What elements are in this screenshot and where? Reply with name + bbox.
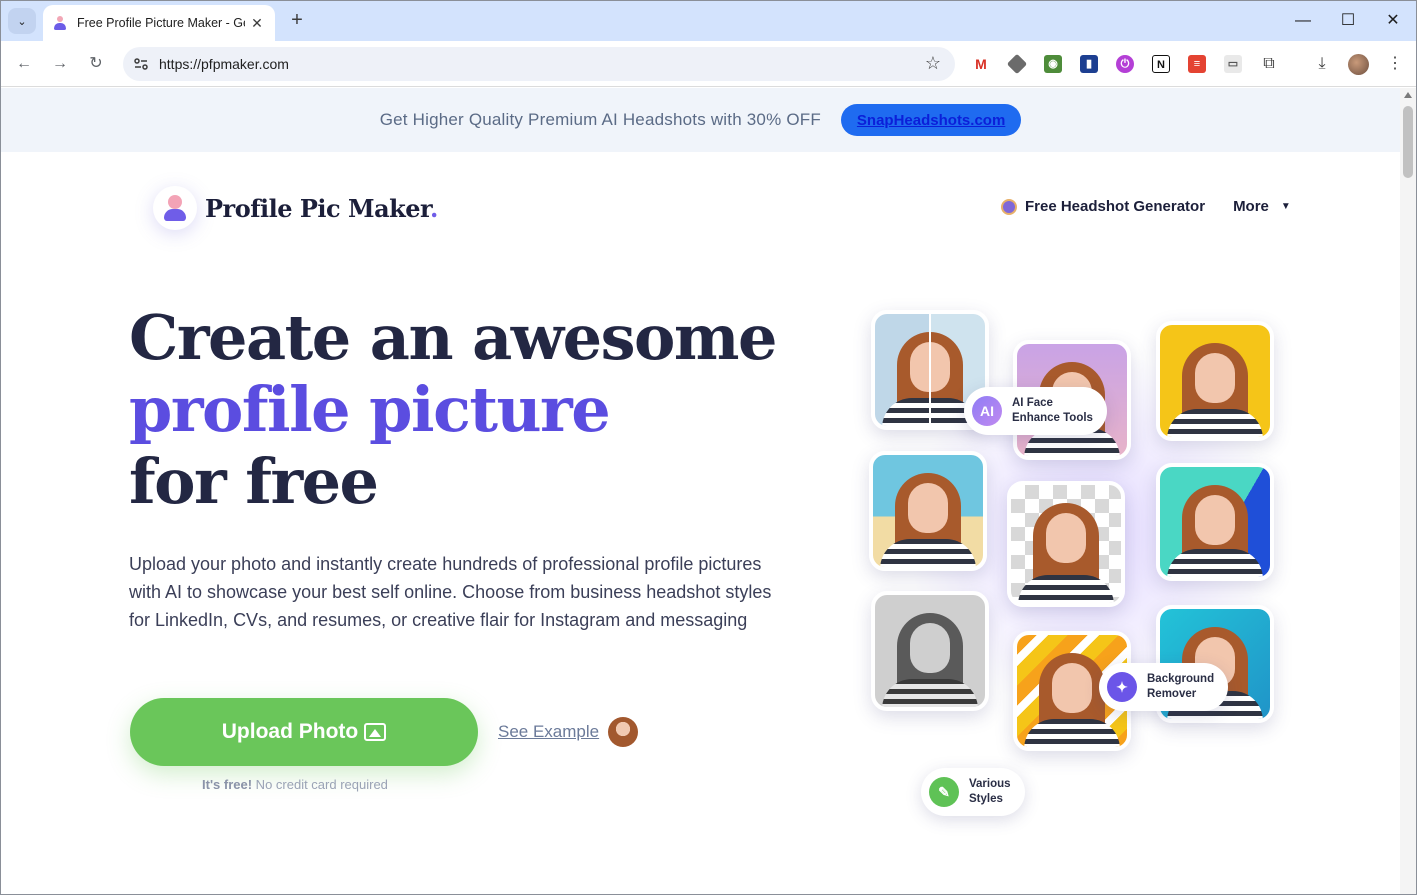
badge-ai-face-enhance: AI AI Face Enhance Tools <box>964 387 1107 435</box>
photo-card-beach <box>869 451 987 571</box>
profile-avatar[interactable] <box>1348 54 1369 75</box>
hero-title: Create an awesome profile picture for fr… <box>129 301 777 518</box>
badge-background-remover: ✦ Background Remover <box>1099 663 1229 711</box>
extension-cast-icon[interactable]: ▭ <box>1224 55 1242 73</box>
upload-photo-label: Upload Photo <box>221 720 359 743</box>
nav-link-headshot-generator[interactable]: Free Headshot Generator <box>1025 198 1205 215</box>
hero-description: Upload your photo and instantly create h… <box>129 554 772 630</box>
site-settings-icon[interactable] <box>133 56 149 72</box>
close-window-button[interactable]: ✕ <box>1381 9 1405 33</box>
caret-down-icon: ▼ <box>1280 201 1291 212</box>
hero-title-line3: for free <box>129 445 379 518</box>
promo-text: Get Higher Quality Premium AI Headshots … <box>379 110 821 129</box>
bookmark-star-icon[interactable]: ☆ <box>925 53 941 74</box>
image-upload-icon <box>364 723 387 741</box>
feature-collage: AI AI Face Enhance Tools ✦ Background Remo… <box>861 293 1291 816</box>
site-favicon-icon <box>53 16 67 30</box>
extension-power-icon[interactable]: ⏻ <box>1116 55 1134 73</box>
hero-title-line2: profile picture <box>129 373 611 446</box>
ai-icon: AI <box>972 396 1002 426</box>
downloads-icon[interactable]: ⤓ <box>1311 53 1333 75</box>
brand-logo-icon <box>153 186 197 230</box>
url-text: https://pfpmaker.com <box>159 56 289 72</box>
tab-title: Free Profile Picture Maker - Ge <box>77 16 245 30</box>
brand-logo-link[interactable]: Profile Pic Maker. <box>153 186 438 230</box>
extension-blue-icon[interactable]: ▮ <box>1080 55 1098 73</box>
browser-window: ⌄ Free Profile Picture Maker - Ge ✕ + — … <box>0 0 1417 895</box>
page-viewport: Get Higher Quality Premium AI Headshots … <box>1 88 1400 894</box>
photo-card-grayscale <box>871 591 989 711</box>
nav-more-dropdown[interactable]: More ▼ <box>1233 198 1291 215</box>
gmail-extension-icon[interactable]: M <box>972 55 990 73</box>
minimize-button[interactable]: — <box>1291 9 1315 33</box>
photo-card-yellow <box>1156 321 1274 441</box>
browser-toolbar: ← → ↻ https://pfpmaker.com ☆ M ◉ ▮ ⏻ N ≡… <box>1 41 1416 87</box>
page-scrollbar[interactable] <box>1400 88 1416 894</box>
promo-link-button[interactable]: SnapHeadshots.com <box>840 104 1022 136</box>
badge-styles-text: Various Styles <box>969 778 1011 805</box>
todoist-extension-icon[interactable]: ≡ <box>1188 55 1206 73</box>
headshot-emoji-icon <box>1001 198 1017 215</box>
free-note: It's free! No credit card required <box>202 777 388 792</box>
magic-wand-icon: ✦ <box>1107 672 1137 702</box>
reload-icon[interactable]: ↻ <box>84 52 108 76</box>
maximize-button[interactable]: ☐ <box>1336 9 1360 33</box>
extension-green-icon[interactable]: ◉ <box>1044 55 1062 73</box>
badge-bg-text: Background Remover <box>1147 673 1215 700</box>
notion-extension-icon[interactable]: N <box>1152 55 1170 73</box>
scroll-thumb[interactable] <box>1403 106 1413 178</box>
top-navigation: Free Headshot Generator More ▼ <box>1001 198 1291 215</box>
brand-name: Profile Pic Maker. <box>205 193 438 223</box>
badge-various-styles: ✎ Various Styles <box>921 768 1025 816</box>
forward-arrow-icon[interactable]: → <box>48 52 72 76</box>
address-bar[interactable]: https://pfpmaker.com ☆ <box>123 47 955 81</box>
active-tab[interactable]: Free Profile Picture Maker - Ge ✕ <box>43 5 275 41</box>
see-example-link[interactable]: See Example <box>498 722 599 742</box>
scroll-up-arrow-icon[interactable] <box>1404 92 1412 98</box>
tab-close-icon[interactable]: ✕ <box>249 15 265 32</box>
photo-card-teal <box>1156 463 1274 581</box>
back-arrow-icon[interactable]: ← <box>12 52 36 76</box>
paintbrush-icon: ✎ <box>929 777 959 807</box>
photo-card-transparent <box>1007 481 1125 607</box>
menu-kebab-icon[interactable]: ⋮ <box>1384 53 1406 75</box>
badge-ai-text: AI Face Enhance Tools <box>1012 397 1093 424</box>
nav-more-label: More <box>1233 198 1269 215</box>
extension-diamond-icon[interactable] <box>1006 53 1028 75</box>
example-avatar[interactable] <box>608 717 638 747</box>
promo-banner: Get Higher Quality Premium AI Headshots … <box>1 88 1400 152</box>
extensions-puzzle-icon[interactable]: ⧉ <box>1258 53 1280 75</box>
tab-strip: ⌄ Free Profile Picture Maker - Ge ✕ + — … <box>1 1 1416 41</box>
new-tab-button[interactable]: + <box>285 9 309 33</box>
hero-title-line1: Create an awesome <box>129 301 777 374</box>
tab-search-button[interactable]: ⌄ <box>8 8 36 34</box>
upload-photo-button[interactable]: Upload Photo <box>130 698 478 766</box>
